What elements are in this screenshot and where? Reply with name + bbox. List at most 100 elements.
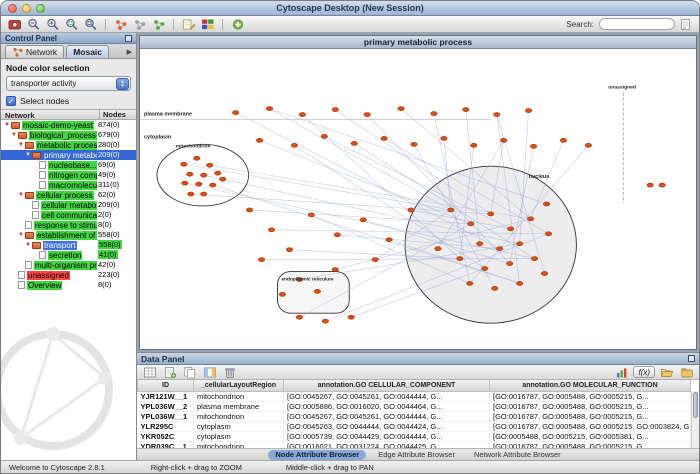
node-color-dropdown[interactable]: transporter activity ▴ ▾ (6, 76, 131, 91)
table-row[interactable]: YKR052Ccytoplasm[GO:0005739, GO:0044429,… (138, 431, 691, 441)
network-graph[interactable]: plasma membranecytoplasmmitochondrionnuc… (140, 49, 696, 349)
tree-row[interactable]: ▼biological_process679(0) (1, 130, 136, 140)
graph-node[interactable] (308, 213, 315, 217)
graph-node[interactable] (411, 142, 418, 146)
graph-node[interactable] (351, 141, 358, 145)
float-data-panel-icon[interactable] (688, 355, 695, 362)
graph-node[interactable] (181, 162, 188, 166)
graph-node[interactable] (398, 107, 405, 111)
tree-row[interactable]: cell communicat...2(0) (1, 210, 136, 220)
graph-node[interactable] (659, 183, 666, 187)
attribute-columns-icon[interactable] (201, 365, 218, 380)
column-header[interactable]: annotation.GO CELLULAR_COMPONENT (284, 380, 490, 391)
tree-expander-icon[interactable]: ▼ (24, 240, 32, 250)
table-row[interactable]: YJR121W__1mitochondrion[GO:0045267, GO:0… (138, 391, 691, 401)
graph-node[interactable] (200, 173, 207, 177)
graph-node[interactable] (200, 192, 207, 196)
close-window-button[interactable] (8, 4, 17, 13)
search-input[interactable] (599, 18, 675, 30)
tab-overflow-arrow[interactable]: ▶ (127, 48, 134, 58)
graph-node[interactable] (435, 247, 442, 251)
graph-node[interactable] (525, 109, 532, 113)
float-panel-icon[interactable] (125, 35, 132, 42)
graph-node[interactable] (299, 112, 306, 116)
select-nodes-checkbox[interactable]: ✓ (6, 96, 16, 106)
tree-row[interactable]: ▼establishment of l...558(0) (1, 230, 136, 240)
graph-node[interactable] (531, 257, 538, 261)
tree-row[interactable]: secretion41(0) (1, 250, 136, 260)
tree-row[interactable]: cellular metabo...209(0) (1, 200, 136, 210)
graph-node[interactable] (188, 192, 195, 196)
graph-node[interactable] (530, 144, 537, 148)
annotation-icon[interactable] (180, 17, 197, 32)
minimize-window-button[interactable] (22, 4, 31, 13)
graph-node[interactable] (496, 247, 503, 251)
graph-node[interactable] (206, 163, 213, 167)
title-bar[interactable]: Cytoscape Desktop (New Session) (1, 1, 699, 16)
tree-row[interactable]: ▼transport558(0) (1, 240, 136, 250)
graph-node[interactable] (506, 261, 513, 265)
tree-expander-icon[interactable]: ▼ (10, 130, 18, 140)
graph-node[interactable] (214, 171, 221, 175)
tree-column-network[interactable]: Network (1, 110, 100, 119)
tree-expander-icon[interactable]: ▼ (17, 190, 25, 200)
graph-node[interactable] (296, 315, 303, 319)
graph-node[interactable] (332, 108, 339, 112)
tree-row[interactable]: macromolecule...311(0) (1, 180, 136, 190)
tree-row[interactable]: ▼cellular process62(0) (1, 190, 136, 200)
tree-row[interactable]: nucleobase...69(0) (1, 160, 136, 170)
graph-node[interactable] (279, 292, 286, 296)
scrollbar-thumb[interactable] (693, 392, 698, 418)
graph-node[interactable] (219, 177, 226, 181)
tree-expander-icon[interactable]: ▼ (3, 120, 11, 130)
graph-node[interactable] (507, 227, 514, 231)
zoom-out-icon[interactable] (25, 17, 42, 32)
first-neighbors-icon[interactable] (112, 17, 129, 32)
graph-node[interactable] (476, 242, 483, 246)
tab-network[interactable]: Network (5, 45, 64, 58)
graph-node[interactable] (431, 111, 438, 115)
graph-node[interactable] (386, 238, 393, 242)
hide-selected-icon[interactable] (131, 17, 148, 32)
graph-node[interactable] (332, 267, 339, 271)
new-network-icon[interactable] (150, 17, 167, 32)
network-window-title[interactable]: primary metabolic process (140, 36, 696, 49)
table-scrollbar[interactable] (691, 391, 699, 448)
graph-node[interactable] (448, 208, 455, 212)
graph-node[interactable] (560, 138, 567, 142)
graph-node[interactable] (457, 257, 464, 261)
search-options-icon[interactable] (677, 17, 694, 32)
formula-builder-button[interactable]: f(x) (633, 366, 655, 378)
table-row[interactable]: YLR295Ccytoplasm[GO:0045263, GO:0044444,… (138, 421, 691, 431)
graph-node[interactable] (268, 228, 275, 232)
graph-node[interactable] (187, 172, 194, 176)
table-row[interactable]: YPL036W__2plasma membrane[GO:0005886, GO… (138, 401, 691, 411)
new-attribute-icon[interactable] (161, 365, 178, 380)
graph-node[interactable] (256, 138, 263, 142)
graph-node[interactable] (246, 208, 253, 212)
graph-node[interactable] (527, 217, 534, 221)
graph-node[interactable] (291, 143, 298, 147)
graph-node[interactable] (372, 258, 379, 262)
tree-expander-icon[interactable]: ▼ (24, 150, 32, 160)
zoom-selected-icon[interactable] (63, 17, 80, 32)
zoom-in-icon[interactable] (44, 17, 61, 32)
attribute-select-icon[interactable] (141, 365, 158, 380)
tree-row[interactable]: ▼primary metabolic process209(0) (1, 150, 136, 160)
graph-node[interactable] (500, 138, 507, 142)
tab-mosaic[interactable]: Mosaic (66, 45, 109, 58)
tree-expander-icon[interactable]: ▼ (17, 230, 25, 240)
table-row[interactable]: YDR039C__1mitochondrion[GO:0016021, GO:0… (138, 441, 691, 448)
zoom-window-button[interactable] (36, 4, 45, 13)
graph-node[interactable] (468, 222, 475, 226)
graph-node[interactable] (364, 112, 371, 116)
graph-node[interactable] (381, 136, 388, 140)
network-tree[interactable]: ▼mosaic-demo-yeast874(0)▼biological_proc… (1, 120, 136, 292)
graph-node[interactable] (471, 143, 478, 147)
graph-node[interactable] (182, 181, 189, 185)
column-header[interactable]: ID (138, 380, 194, 391)
tree-expander-icon[interactable]: ▼ (17, 140, 25, 150)
graph-node[interactable] (541, 271, 548, 275)
graph-node[interactable] (545, 232, 552, 236)
tree-row[interactable]: unassigned223(0) (1, 270, 136, 280)
